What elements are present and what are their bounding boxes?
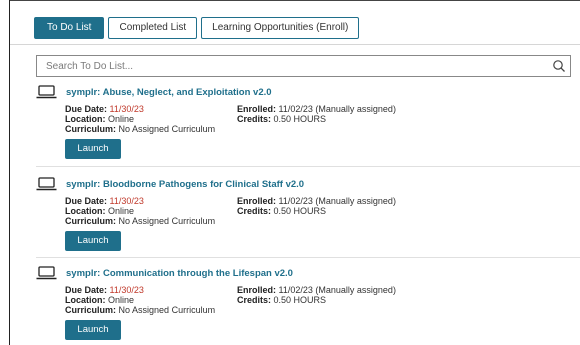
tab-completed-list[interactable]: Completed List [108,17,198,39]
location-label: Location: [65,206,106,216]
launch-button[interactable]: Launch [65,231,121,251]
launch-button[interactable]: Launch [65,320,121,340]
curriculum-value: No Assigned Curriculum [118,124,216,134]
credits-value: 0.50 HOURS [273,295,327,305]
due-date-value: 11/30/23 [109,285,144,295]
tab-bar: To Do List Completed List Learning Oppor… [34,17,360,39]
course-details: Due Date: 11/30/23 Location: Online Curr… [65,104,580,136]
due-date-label: Due Date: [65,104,108,114]
tab-to-do-list[interactable]: To Do List [34,17,105,39]
search-icon[interactable] [552,59,566,73]
page-left-border [9,0,10,345]
enrolled-label: Enrolled: [237,104,277,114]
enrolled-value: 11/02/23 (Manually assigned) [278,196,396,206]
location-label: Location: [65,114,106,124]
enrolled-label: Enrolled: [237,285,277,295]
location-value: Online [108,114,135,124]
course-title[interactable]: symplr: Abuse, Neglect, and Exploitation… [66,87,272,98]
course-item: symplr: Abuse, Neglect, and Exploitation… [36,85,580,159]
course-details: Due Date: 11/30/23 Location: Online Curr… [65,196,580,228]
enrolled-label: Enrolled: [237,196,277,206]
launch-button[interactable]: Launch [65,139,121,159]
due-date-label: Due Date: [65,196,108,206]
curriculum-label: Curriculum: [65,216,117,226]
curriculum-value: No Assigned Curriculum [118,305,216,315]
course-item: symplr: Bloodborne Pathogens for Clinica… [36,177,580,251]
search-placeholder: Search To Do List... [46,60,134,72]
credits-value: 0.50 HOURS [273,206,327,216]
course-details: Due Date: 11/30/23 Location: Online Curr… [65,285,580,317]
location-value: Online [108,295,135,305]
course-title[interactable]: symplr: Communication through the Lifesp… [66,268,293,279]
due-date-label: Due Date: [65,285,108,295]
laptop-icon [36,177,57,191]
row-divider [36,166,580,167]
page-top-border [9,0,580,1]
location-value: Online [108,206,135,216]
credits-label: Credits: [237,206,272,216]
tab-learning-opportunities[interactable]: Learning Opportunities (Enroll) [201,17,360,39]
row-divider [36,257,580,258]
course-title[interactable]: symplr: Bloodborne Pathogens for Clinica… [66,179,304,190]
search-input[interactable]: Search To Do List... [36,55,571,77]
enrolled-value: 11/02/23 (Manually assigned) [278,104,396,114]
enrolled-value: 11/02/23 (Manually assigned) [278,285,396,295]
course-item: symplr: Communication through the Lifesp… [36,266,580,340]
credits-label: Credits: [237,295,272,305]
credits-label: Credits: [237,114,272,124]
due-date-value: 11/30/23 [109,196,144,206]
location-label: Location: [65,295,106,305]
curriculum-value: No Assigned Curriculum [118,216,216,226]
credits-value: 0.50 HOURS [273,114,327,124]
due-date-value: 11/30/23 [109,104,144,114]
tab-divider [10,44,580,45]
curriculum-label: Curriculum: [65,124,117,134]
curriculum-label: Curriculum: [65,305,117,315]
laptop-icon [36,85,57,99]
laptop-icon [36,266,57,280]
